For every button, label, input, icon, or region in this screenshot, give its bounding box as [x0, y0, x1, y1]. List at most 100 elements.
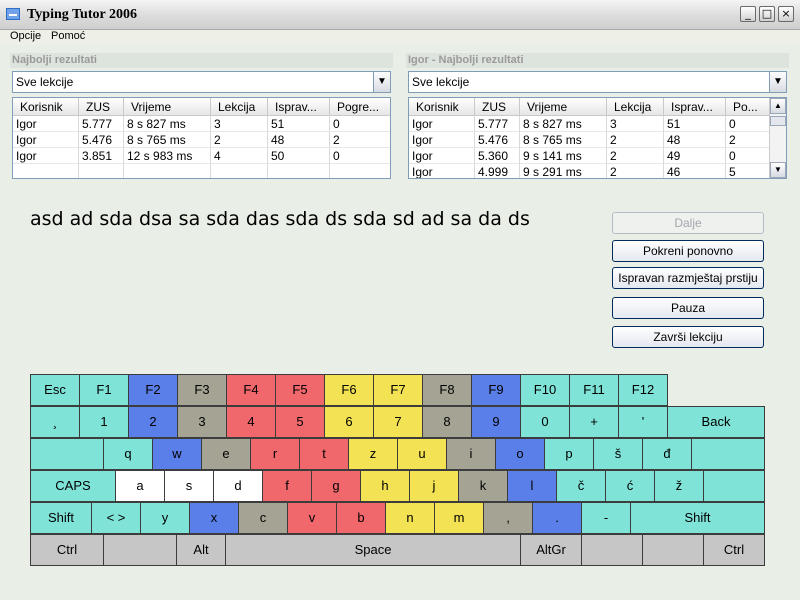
key-m[interactable]: m	[434, 502, 484, 534]
key-shift[interactable]: Shift	[30, 502, 92, 534]
key-4[interactable]: 4	[226, 406, 276, 438]
key-2[interactable]: 2	[128, 406, 178, 438]
table-row[interactable]: Igor 5.777 8 s 827 ms 3 51 0	[13, 116, 390, 132]
key-w[interactable]: w	[152, 438, 202, 470]
key-f5[interactable]: F5	[275, 374, 325, 406]
table-row[interactable]: Igor 5.476 8 s 765 ms 2 48 2	[409, 132, 771, 148]
key-b[interactable]: b	[336, 502, 386, 534]
key-e[interactable]: e	[201, 438, 251, 470]
key-shift[interactable]: Shift	[630, 502, 765, 534]
key-d[interactable]: d	[213, 470, 263, 502]
key-i[interactable]: i	[446, 438, 496, 470]
key--[interactable]: < >	[91, 502, 141, 534]
scroll-up-icon[interactable]: ▲	[770, 98, 786, 114]
finger-placement-button[interactable]: Ispravan razmještaj prstiju	[612, 267, 764, 289]
key-ctrl[interactable]: Ctrl	[703, 534, 765, 566]
key-c[interactable]: c	[238, 502, 288, 534]
key-z[interactable]: z	[348, 438, 398, 470]
key-f4[interactable]: F4	[226, 374, 276, 406]
key--[interactable]: -	[581, 502, 631, 534]
key-8[interactable]: 8	[422, 406, 472, 438]
restart-button[interactable]: Pokreni ponovno	[612, 240, 764, 262]
table-row[interactable]: Igor 4.999 9 s 291 ms 2 46 5	[409, 164, 771, 178]
menu-pomoc[interactable]: Pomoć	[51, 30, 85, 42]
key-f6[interactable]: F6	[324, 374, 374, 406]
key-u[interactable]: u	[397, 438, 447, 470]
key--[interactable]: ¸	[30, 406, 80, 438]
key-q[interactable]: q	[103, 438, 153, 470]
key-ctrl[interactable]: Ctrl	[30, 534, 104, 566]
key-blank[interactable]	[691, 438, 765, 470]
key-f12[interactable]: F12	[618, 374, 668, 406]
key-a[interactable]: a	[115, 470, 165, 502]
key-f[interactable]: f	[262, 470, 312, 502]
key-l[interactable]: l	[507, 470, 557, 502]
column-header[interactable]: Isprav...	[268, 98, 330, 116]
column-header[interactable]: Vrijeme	[124, 98, 211, 116]
key-f7[interactable]: F7	[373, 374, 423, 406]
key-š[interactable]: š	[593, 438, 643, 470]
key-h[interactable]: h	[360, 470, 410, 502]
key-t[interactable]: t	[299, 438, 349, 470]
maximize-button[interactable]: □	[759, 6, 775, 22]
lesson-filter-select[interactable]: Sve lekcije ▼	[408, 71, 787, 93]
menu-opcije[interactable]: Opcije	[10, 30, 41, 42]
column-header[interactable]: ZUS	[79, 98, 124, 116]
key-blank[interactable]	[103, 534, 177, 566]
key--[interactable]: .	[532, 502, 582, 534]
key-ć[interactable]: ć	[605, 470, 655, 502]
column-header[interactable]: ZUS	[475, 98, 520, 116]
table-row[interactable]: Igor 3.851 12 s 983 ms 4 50 0	[13, 148, 390, 164]
column-header[interactable]: Korisnik	[409, 98, 475, 116]
key-space[interactable]: Space	[225, 534, 521, 566]
key-f9[interactable]: F9	[471, 374, 521, 406]
key-s[interactable]: s	[164, 470, 214, 502]
table-row[interactable]: Igor 5.777 8 s 827 ms 3 51 0	[409, 116, 771, 132]
key-blank[interactable]	[30, 438, 104, 470]
key-3[interactable]: 3	[177, 406, 227, 438]
key-p[interactable]: p	[544, 438, 594, 470]
key-caps[interactable]: CAPS	[30, 470, 116, 502]
key-f11[interactable]: F11	[569, 374, 619, 406]
key-ž[interactable]: ž	[654, 470, 704, 502]
key-blank[interactable]	[642, 534, 704, 566]
finish-lesson-button[interactable]: Završi lekciju	[612, 326, 764, 348]
key-0[interactable]: 0	[520, 406, 570, 438]
next-button[interactable]: Dalje	[612, 212, 764, 234]
column-header[interactable]: Po...	[726, 98, 771, 116]
pause-button[interactable]: Pauza	[612, 297, 764, 319]
key-blank[interactable]	[703, 470, 765, 502]
table-scrollbar[interactable]: ▲ ▼	[769, 98, 786, 178]
key-j[interactable]: j	[409, 470, 459, 502]
key-f8[interactable]: F8	[422, 374, 472, 406]
key-v[interactable]: v	[287, 502, 337, 534]
lesson-filter-select[interactable]: Sve lekcije ▼	[12, 71, 391, 93]
scroll-thumb[interactable]	[770, 116, 786, 126]
key-9[interactable]: 9	[471, 406, 521, 438]
key-blank[interactable]	[581, 534, 643, 566]
key-1[interactable]: 1	[79, 406, 129, 438]
chevron-down-icon[interactable]: ▼	[373, 72, 390, 92]
key-f1[interactable]: F1	[79, 374, 129, 406]
key-č[interactable]: č	[556, 470, 606, 502]
key-esc[interactable]: Esc	[30, 374, 80, 406]
table-row[interactable]	[13, 164, 390, 178]
key-y[interactable]: y	[140, 502, 190, 534]
chevron-down-icon[interactable]: ▼	[769, 72, 786, 92]
scroll-down-icon[interactable]: ▼	[770, 162, 786, 178]
key--[interactable]: ,	[483, 502, 533, 534]
key-5[interactable]: 5	[275, 406, 325, 438]
column-header[interactable]: Lekcija	[211, 98, 268, 116]
key-f10[interactable]: F10	[520, 374, 570, 406]
column-header[interactable]: Pogre...	[330, 98, 390, 116]
key-altgr[interactable]: AltGr	[520, 534, 582, 566]
key-đ[interactable]: đ	[642, 438, 692, 470]
column-header[interactable]: Vrijeme	[520, 98, 607, 116]
key-alt[interactable]: Alt	[176, 534, 226, 566]
key--[interactable]: '	[618, 406, 668, 438]
key-7[interactable]: 7	[373, 406, 423, 438]
key-f2[interactable]: F2	[128, 374, 178, 406]
key-g[interactable]: g	[311, 470, 361, 502]
column-header[interactable]: Lekcija	[607, 98, 664, 116]
key-o[interactable]: o	[495, 438, 545, 470]
